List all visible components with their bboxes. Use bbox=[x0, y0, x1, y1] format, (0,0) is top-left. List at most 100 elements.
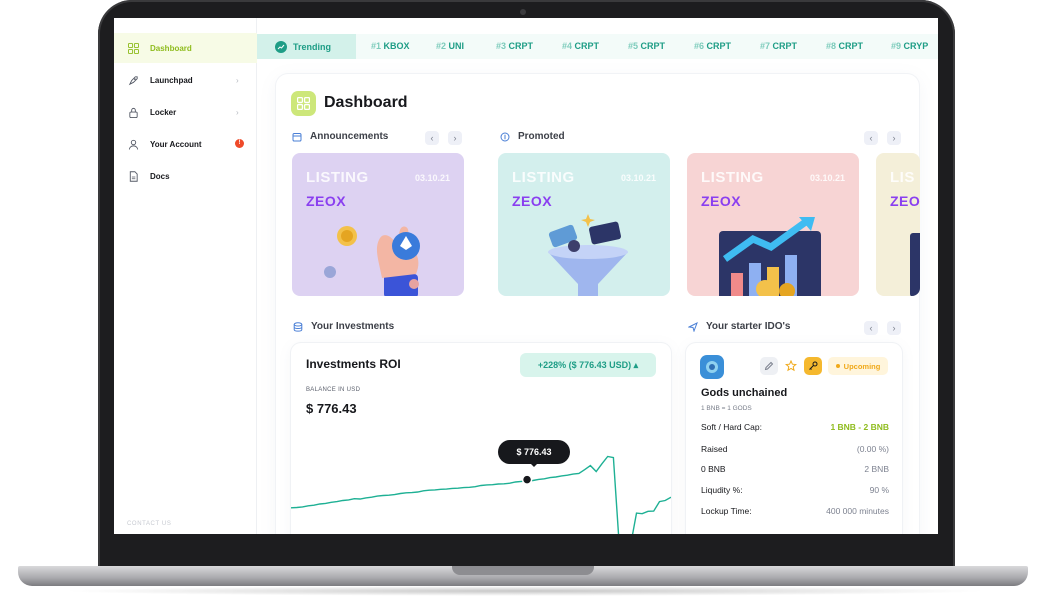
announcements-next-button[interactable]: › bbox=[448, 131, 462, 145]
dashboard-icon bbox=[291, 91, 316, 116]
funnel-money-illustration bbox=[548, 214, 628, 296]
trending-item[interactable]: #3 CRPT bbox=[496, 34, 533, 59]
investments-header: Your Investments bbox=[293, 321, 394, 332]
lock-icon bbox=[129, 107, 138, 118]
card-brand: ZEO bbox=[890, 193, 920, 209]
card-illustration bbox=[910, 233, 920, 296]
card-date: 03.10.21 bbox=[414, 173, 450, 183]
trending-item[interactable]: #2 UNI bbox=[436, 34, 464, 59]
roi-series-line bbox=[291, 455, 671, 534]
project-name: Gods unchained bbox=[701, 387, 788, 399]
chevron-right-icon: › bbox=[236, 75, 239, 85]
promoted-prev-button[interactable]: ‹ bbox=[864, 131, 878, 145]
investments-title: Your Investments bbox=[311, 321, 395, 332]
starter-ido-header: Your starter IDO's bbox=[688, 321, 790, 332]
user-icon bbox=[128, 139, 139, 150]
status-badge: Upcoming bbox=[828, 357, 888, 375]
exchange-rate: 1 BNB = 1 GODS bbox=[701, 405, 752, 412]
favorite-button[interactable] bbox=[782, 357, 800, 375]
camera bbox=[520, 9, 526, 15]
ido-row-liquidity: Liqudity %: 90 % bbox=[701, 485, 889, 495]
trending-item[interactable]: #7 CRPT bbox=[760, 34, 797, 59]
listing-card-partial[interactable]: LIS ZEO bbox=[876, 153, 920, 296]
star-icon bbox=[785, 360, 797, 372]
investments-roi-card: Investments ROI +228% ($ 776.43 USD) ▴ B… bbox=[291, 343, 671, 534]
ido-next-button[interactable]: › bbox=[887, 321, 901, 335]
sidebar-item-label: Dashboard bbox=[150, 43, 192, 53]
send-icon bbox=[688, 321, 698, 332]
card-brand: ZEOX bbox=[306, 193, 347, 209]
announcements-title: Announcements bbox=[310, 131, 389, 142]
status-text: Upcoming bbox=[843, 361, 881, 371]
trending-bar: Trending #1 KBOX #2 UNI #3 CRPT #4 CRPT … bbox=[257, 34, 938, 59]
sidebar: Dashboard Launchpad › Locker › Your Acco… bbox=[114, 18, 257, 534]
growth-chart-illustration bbox=[719, 217, 821, 296]
edit-button[interactable] bbox=[760, 357, 778, 375]
roi-change-badge[interactable]: +228% ($ 776.43 USD) ▴ bbox=[520, 353, 656, 377]
sidebar-item-launchpad[interactable]: Launchpad › bbox=[114, 65, 257, 95]
card-listing-label: LIS bbox=[890, 169, 915, 186]
announcements-prev-button[interactable]: ‹ bbox=[425, 131, 439, 145]
roi-title: Investments ROI bbox=[306, 357, 401, 371]
balance-value: $ 776.43 bbox=[306, 401, 357, 416]
chart-highlight-point[interactable] bbox=[521, 474, 533, 485]
sidebar-item-locker[interactable]: Locker › bbox=[114, 97, 257, 127]
chart-tooltip: $ 776.43 bbox=[498, 440, 570, 467]
promoted-next-button[interactable]: › bbox=[887, 131, 901, 145]
roi-line-chart[interactable] bbox=[291, 443, 671, 534]
card-brand: ZEOX bbox=[701, 193, 742, 209]
ido-row-raised: Raised (0.00 %) bbox=[701, 444, 889, 454]
laptop-notch bbox=[452, 566, 594, 575]
listing-card[interactable]: LISTING 03.10.21 ZEOX bbox=[292, 153, 464, 296]
page-title: Dashboard bbox=[324, 94, 408, 111]
ido-row-lockup: Lockup Time: 400 000 minutes bbox=[701, 506, 889, 516]
card-listing-label: LISTING bbox=[701, 169, 764, 186]
card-date: 03.10.21 bbox=[809, 173, 845, 183]
promoted-title: Promoted bbox=[518, 131, 565, 142]
contact-us-link[interactable]: CONTACT US bbox=[127, 521, 171, 527]
trending-item[interactable]: #5 CRPT bbox=[628, 34, 665, 59]
screen: Dashboard Launchpad › Locker › Your Acco… bbox=[114, 18, 938, 534]
key-icon bbox=[809, 361, 818, 370]
key-button[interactable] bbox=[804, 357, 822, 375]
listing-card[interactable]: LISTING 03.10.21 ZEOX bbox=[687, 153, 859, 296]
listing-card[interactable]: LISTING 03.10.21 ZEOX bbox=[498, 153, 670, 296]
trending-up-icon bbox=[275, 40, 287, 53]
card-brand: ZEOX bbox=[512, 193, 553, 209]
sidebar-item-label: Docs bbox=[150, 171, 170, 181]
sidebar-item-docs[interactable]: Docs bbox=[114, 161, 257, 191]
promoted-header: Promoted bbox=[500, 131, 565, 142]
rocket-icon bbox=[128, 75, 138, 85]
chevron-right-icon: › bbox=[236, 107, 239, 117]
ido-prev-button[interactable]: ‹ bbox=[864, 321, 878, 335]
coin-icon bbox=[500, 132, 510, 141]
sidebar-item-label: Locker bbox=[150, 107, 177, 117]
doc-icon bbox=[129, 170, 138, 182]
balance-label: BALANCE IN USD bbox=[306, 387, 361, 393]
card-listing-label: LISTING bbox=[512, 169, 575, 186]
sidebar-item-label: Your Account bbox=[150, 139, 202, 149]
pencil-icon bbox=[764, 361, 774, 371]
trending-item[interactable]: #9 CRYP bbox=[891, 34, 928, 59]
sidebar-item-your-account[interactable]: Your Account ! bbox=[114, 129, 257, 159]
card-date: 03.10.21 bbox=[620, 173, 656, 183]
notification-badge: ! bbox=[235, 139, 244, 148]
trending-label[interactable]: Trending bbox=[257, 34, 356, 59]
laptop-shadow bbox=[60, 586, 990, 596]
trending-label-text: Trending bbox=[293, 41, 331, 52]
trending-item[interactable]: #6 CRPT bbox=[694, 34, 731, 59]
card-listing-label: LISTING bbox=[306, 169, 369, 186]
ido-row-progress: 0 BNB 2 BNB bbox=[701, 464, 889, 474]
ido-card: Upcoming Gods unchained 1 BNB = 1 GODS S… bbox=[686, 343, 902, 534]
starter-ido-title: Your starter IDO's bbox=[706, 321, 791, 332]
ido-row-cap: Soft / Hard Cap: 1 BNB - 2 BNB bbox=[701, 422, 889, 432]
grid-icon bbox=[128, 42, 139, 54]
trending-item[interactable]: #8 CRPT bbox=[826, 34, 863, 59]
database-icon bbox=[293, 321, 303, 332]
trending-item[interactable]: #4 CRPT bbox=[562, 34, 599, 59]
sidebar-item-dashboard[interactable]: Dashboard bbox=[114, 33, 257, 63]
calendar-icon bbox=[292, 132, 302, 141]
trending-item[interactable]: #1 KBOX bbox=[371, 34, 410, 59]
status-dot bbox=[835, 364, 840, 368]
announcements-header: Announcements bbox=[292, 131, 388, 142]
